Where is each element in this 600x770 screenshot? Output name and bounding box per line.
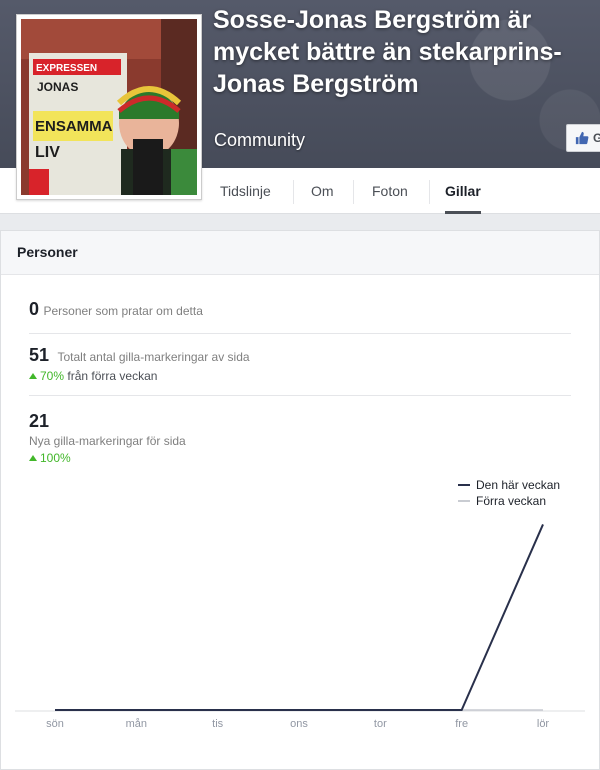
- stat-value: 21: [29, 411, 50, 431]
- trend-up-icon: [29, 373, 37, 379]
- x-tick-label: lör: [537, 718, 550, 730]
- thumbs-up-icon: [575, 131, 589, 145]
- chart-canvas: sön mån tis ons tor fre lör: [15, 524, 585, 730]
- stat-value: 51: [29, 345, 50, 365]
- tab-om[interactable]: Om: [311, 168, 334, 214]
- legend-label: Förra veckan: [476, 494, 547, 508]
- likes-chart: Den här veckan Förra veckan sön mån tis ons…: [0, 470, 600, 759]
- trend-up-icon: [29, 455, 37, 461]
- newspaper-headline: ENSAMMA: [35, 118, 113, 135]
- like-button-label: G: [593, 131, 600, 145]
- stat-new-likes: 21 Nya gilla-markeringar för sida 100%: [29, 411, 186, 465]
- legend-this-week[interactable]: Den här veckan: [458, 478, 560, 492]
- series-line-this-week: [55, 524, 544, 711]
- tab-tidslinje[interactable]: Tidslinje: [220, 168, 271, 214]
- tab-gillar[interactable]: Gillar: [445, 168, 481, 214]
- divider: [29, 333, 571, 334]
- profile-picture[interactable]: EXPRESSEN JONAS ENSAMMA LIV: [16, 14, 202, 200]
- stat-talking: 0 Personer som pratar om detta: [29, 299, 203, 320]
- newspaper-masthead: EXPRESSEN: [36, 63, 97, 74]
- trend-text: från förra veckan: [67, 369, 158, 383]
- trend-indicator: 70% från förra veckan: [29, 369, 250, 383]
- stat-label: Nya gilla-markeringar för sida: [29, 434, 186, 448]
- legend-last-week[interactable]: Förra veckan: [458, 494, 546, 508]
- trend-indicator: 100%: [29, 451, 186, 465]
- like-page-button[interactable]: G: [566, 124, 600, 152]
- tab-foton[interactable]: Foton: [372, 168, 408, 214]
- page-category[interactable]: Community: [214, 130, 305, 151]
- divider: [29, 395, 571, 396]
- trend-value: 100%: [40, 451, 71, 465]
- legend-label: Den här veckan: [476, 478, 561, 492]
- stat-total-likes: 51 Totalt antal gilla-markeringar av sid…: [29, 345, 250, 383]
- x-tick-label: fre: [455, 718, 468, 730]
- section-title: Personer: [1, 231, 599, 275]
- x-tick-label: tor: [374, 718, 387, 730]
- x-tick-label: tis: [212, 718, 224, 730]
- page-title[interactable]: Sosse-Jonas Bergström är mycket bättre ä…: [213, 4, 563, 100]
- tab-divider: [293, 180, 294, 204]
- x-tick-label: mån: [126, 718, 147, 730]
- stat-label: Totalt antal gilla-markeringar av sida: [57, 350, 250, 364]
- newspaper-headline: JONAS: [37, 80, 78, 94]
- stat-value: 0: [29, 299, 40, 319]
- newspaper-headline: LIV: [35, 144, 60, 161]
- profile-photo: EXPRESSEN JONAS ENSAMMA LIV: [21, 19, 197, 195]
- x-tick-label: sön: [46, 718, 64, 730]
- trend-value: 70%: [40, 369, 65, 383]
- tab-divider: [429, 180, 430, 204]
- stat-label: Personer som pratar om detta: [43, 304, 203, 318]
- tab-divider: [353, 180, 354, 204]
- legend-swatch: [458, 500, 470, 502]
- legend-swatch: [458, 484, 470, 486]
- x-tick-label: ons: [290, 718, 308, 730]
